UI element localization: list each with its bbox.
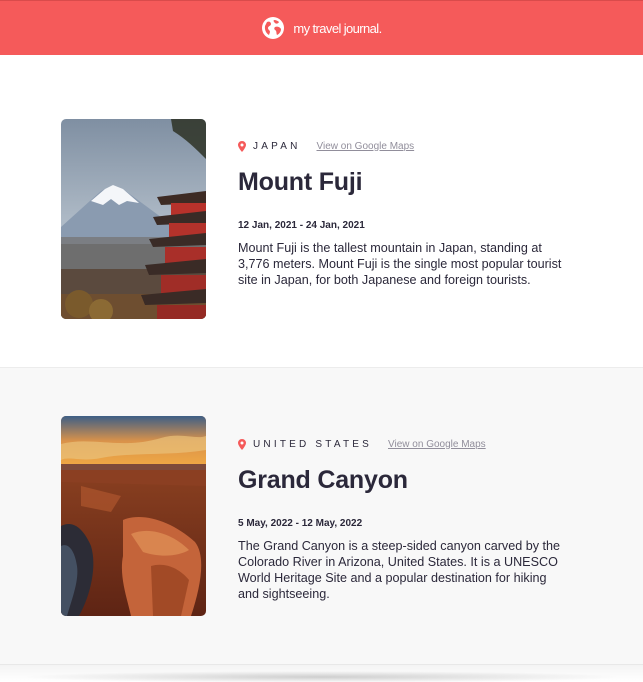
entry-description: The Grand Canyon is a steep-sided canyon…	[238, 539, 561, 601]
app-header: my travel journal.	[0, 0, 643, 55]
brand-title: my travel journal.	[293, 20, 382, 36]
journal-entry-grand-canyon: UNITED STATES View on Google Maps Grand …	[0, 367, 643, 664]
location-row: UNITED STATES View on Google Maps	[238, 437, 578, 451]
next-entry-edge	[0, 664, 643, 682]
country-label: UNITED STATES	[253, 438, 373, 450]
entry-info: JAPAN View on Google Maps Mount Fuji 12 …	[238, 139, 578, 288]
location-pin-icon	[238, 140, 246, 152]
entry-description: Mount Fuji is the tallest mountain in Ja…	[238, 241, 562, 287]
entry-photo	[61, 416, 206, 616]
entry-dates: 12 Jan, 2021 - 24 Jan, 2021	[238, 220, 365, 231]
entry-photo	[61, 119, 206, 319]
country-label: JAPAN	[253, 140, 301, 152]
globe-icon	[262, 17, 285, 39]
google-maps-link[interactable]: View on Google Maps	[388, 439, 486, 450]
journal-entry-mount-fuji: JAPAN View on Google Maps Mount Fuji 12 …	[0, 55, 643, 367]
google-maps-link[interactable]: View on Google Maps	[317, 141, 415, 152]
location-row: JAPAN View on Google Maps	[238, 139, 578, 153]
location-pin-icon	[238, 438, 246, 450]
entry-info: UNITED STATES View on Google Maps Grand …	[238, 437, 578, 602]
entry-dates: 5 May, 2022 - 12 May, 2022	[238, 518, 363, 529]
entry-title: Mount Fuji	[238, 168, 363, 196]
entry-title: Grand Canyon	[238, 466, 408, 494]
